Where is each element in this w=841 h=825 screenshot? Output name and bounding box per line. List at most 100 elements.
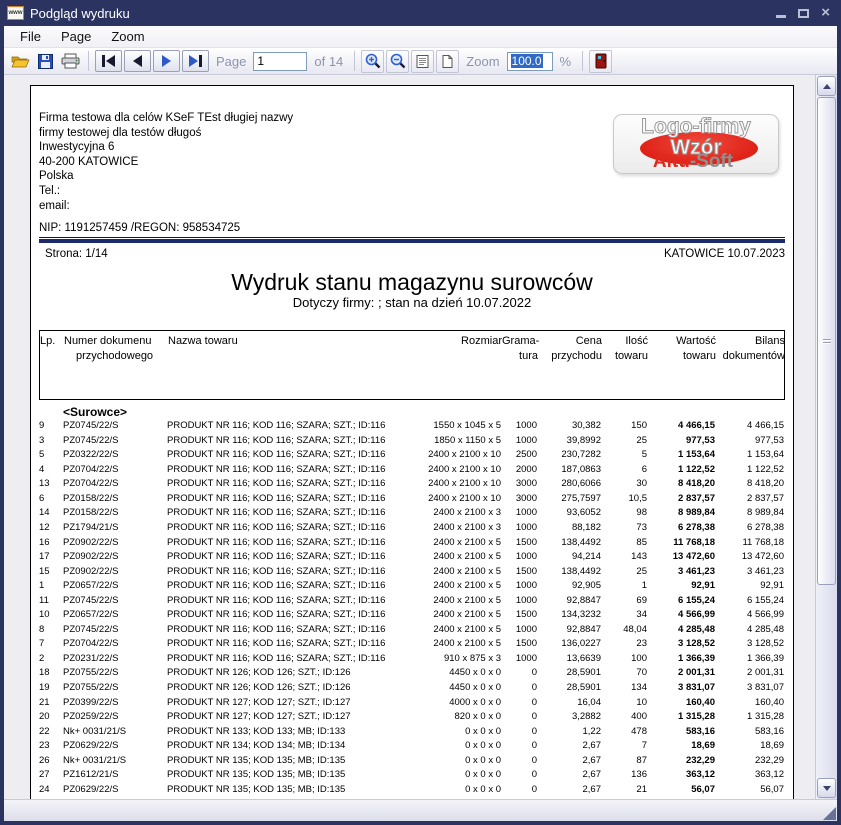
table-row: 12PZ1794/21/SPRODUKT NR 116; KOD 116; SZ… (39, 521, 785, 536)
report-title: Wydruk stanu magazynu surowców (39, 269, 785, 295)
table-row: 27PZ1612/21/SPRODUKT NR 135; KOD 135; MB… (39, 768, 785, 783)
scroll-down-button[interactable] (817, 778, 836, 798)
nip-regon-line: NIP: 1191257459 /REGON: 958534725 (39, 222, 785, 238)
save-button[interactable] (34, 50, 57, 73)
col-header-ilosc: Ilość towaru (602, 334, 648, 364)
menubar: File Page Zoom (4, 26, 837, 48)
toolbar: Page 1 of 14 (4, 48, 837, 75)
table-row: 1PZ0657/22/SPRODUKT NR 116; KOD 116; SZA… (39, 579, 785, 594)
col-header-doc: Numer dokumenu przychodowego (64, 334, 168, 364)
exit-door-icon (594, 53, 608, 69)
table-header-box: Lp. Numer dokumenu przychodowego Nazwa t… (39, 330, 785, 400)
exit-preview-button[interactable] (589, 50, 612, 73)
logo-brand: Altu-Soft (614, 152, 772, 172)
floppy-disk-icon (38, 54, 53, 69)
go-next-icon (162, 55, 171, 67)
table-row: 15PZ0902/22/SPRODUKT NR 116; KOD 116; SZ… (39, 565, 785, 580)
page-info: Strona: 1/14 (39, 248, 108, 260)
minimize-button[interactable] (776, 5, 786, 21)
first-page-button[interactable] (95, 50, 122, 72)
city-date: KATOWICE 10.07.2023 (664, 248, 785, 260)
close-button[interactable]: × (821, 5, 830, 21)
logo-text-line1: Logo-firmy (614, 117, 778, 137)
zoom-value: 100.0 (511, 54, 543, 68)
go-previous-icon (133, 55, 142, 67)
minimize-icon (776, 15, 786, 18)
whole-page-button[interactable] (436, 50, 459, 73)
section-surowce: <Surowce> (63, 405, 785, 419)
toolbar-separator (582, 51, 583, 71)
printer-icon (61, 53, 80, 69)
table-row: 17PZ0902/22/SPRODUKT NR 116; KOD 116; SZ… (39, 550, 785, 565)
page-number-input[interactable]: 1 (253, 52, 307, 71)
company-phone: Tel.: (39, 184, 785, 199)
last-page-button[interactable] (182, 50, 209, 72)
app-icon: www (7, 6, 24, 20)
open-button[interactable] (9, 50, 32, 73)
table-row: 23PZ0629/22/SPRODUKT NR 134; KOD 134; MB… (39, 739, 785, 754)
go-first-icon (102, 55, 105, 67)
meta-row: Strona: 1/14 KATOWICE 10.07.2023 (39, 248, 785, 260)
arrow-down-icon (823, 786, 831, 791)
resize-grip[interactable] (823, 807, 836, 820)
menu-zoom[interactable]: Zoom (101, 27, 154, 46)
titlebar: www Podgląd wydruku × (0, 0, 841, 26)
toolbar-separator (88, 51, 89, 71)
document-page: Firma testowa dla celów KSeF TEst długie… (30, 85, 794, 799)
next-page-button[interactable] (153, 50, 180, 72)
scrollbar-track[interactable] (817, 97, 836, 777)
zoom-in-icon (365, 53, 381, 69)
table-row: 16PZ0902/22/SPRODUKT NR 116; KOD 116; SZ… (39, 536, 785, 551)
table-row: 19PZ0755/22/SPRODUKT NR 126; KOD 126; SZ… (39, 681, 785, 696)
zoom-in-button[interactable] (361, 50, 384, 73)
menu-file[interactable]: File (10, 27, 51, 46)
col-header-cena: Cena przychodu (538, 334, 602, 364)
open-folder-icon (11, 54, 30, 69)
vertical-scrollbar (815, 75, 837, 799)
col-header-gramatura: Grama- tura (502, 334, 538, 364)
toolbar-separator (354, 51, 355, 71)
table-row: 22Nk+ 0031/21/SPRODUKT NR 133; KOD 133; … (39, 725, 785, 740)
zoom-value-input[interactable]: 100.0 (507, 52, 553, 71)
table-row: 5PZ0322/22/SPRODUKT NR 116; KOD 116; SZA… (39, 448, 785, 463)
zoom-label: Zoom (461, 54, 504, 69)
go-last-icon (189, 55, 198, 67)
scrollbar-thumb[interactable] (817, 97, 836, 585)
previous-page-button[interactable] (124, 50, 151, 72)
menu-page[interactable]: Page (51, 27, 101, 46)
table-row: 10PZ0657/22/SPRODUKT NR 116; KOD 116; SZ… (39, 608, 785, 623)
table-row: 21PZ0399/22/SPRODUKT NR 127; KOD 127; SZ… (39, 696, 785, 711)
page-number-value: 1 (257, 54, 264, 68)
statusbar (4, 799, 837, 821)
table-row: 13PZ0704/22/SPRODUKT NR 116; KOD 116; SZ… (39, 477, 785, 492)
scroll-up-button[interactable] (817, 76, 836, 96)
col-header-name: Nazwa towaru (168, 334, 400, 364)
thumb-grip (823, 339, 831, 340)
table-body: 9PZ0745/22/SPRODUKT NR 116; KOD 116; SZA… (39, 419, 785, 799)
table-row: 8PZ0745/22/SPRODUKT NR 116; KOD 116; SZA… (39, 623, 785, 638)
col-header-bilans: Bilans dokumentów (716, 334, 785, 364)
table-row: 20PZ0259/22/SPRODUKT NR 127; KOD 127; SZ… (39, 710, 785, 725)
window-title: Podgląd wydruku (30, 6, 770, 21)
table-row: 18PZ0755/22/SPRODUKT NR 126; KOD 126; SZ… (39, 666, 785, 681)
table-row: 4PZ0704/22/SPRODUKT NR 116; KOD 116; SZA… (39, 463, 785, 478)
maximize-button[interactable] (798, 5, 809, 21)
table-row: 14PZ0158/22/SPRODUKT NR 116; KOD 116; SZ… (39, 506, 785, 521)
print-button[interactable] (59, 50, 82, 73)
company-email: email: (39, 199, 785, 214)
page-width-button[interactable] (411, 50, 434, 73)
table-row: 3PZ0745/22/SPRODUKT NR 116; KOD 116; SZA… (39, 434, 785, 449)
zoom-out-button[interactable] (386, 50, 409, 73)
print-preview-window: www Podgląd wydruku × File Page Zoom (0, 0, 841, 825)
table-row: 9PZ0745/22/SPRODUKT NR 116; KOD 116; SZA… (39, 419, 785, 434)
company-logo: Logo-firmy Wzór Altu-Soft (613, 114, 779, 174)
table-row: 6PZ0158/22/SPRODUKT NR 116; KOD 116; SZA… (39, 492, 785, 507)
arrow-up-icon (823, 84, 831, 89)
page-label: Page (211, 54, 251, 69)
table-row: 11PZ0745/22/SPRODUKT NR 116; KOD 116; SZ… (39, 594, 785, 609)
col-header-lp: Lp. (40, 334, 64, 364)
table-row: 26Nk+ 0031/21/SPRODUKT NR 135; KOD 135; … (39, 754, 785, 769)
header-rule (39, 239, 785, 243)
col-header-wartosc: Wartość towaru (648, 334, 716, 364)
table-row: 7PZ0704/22/SPRODUKT NR 116; KOD 116; SZA… (39, 637, 785, 652)
